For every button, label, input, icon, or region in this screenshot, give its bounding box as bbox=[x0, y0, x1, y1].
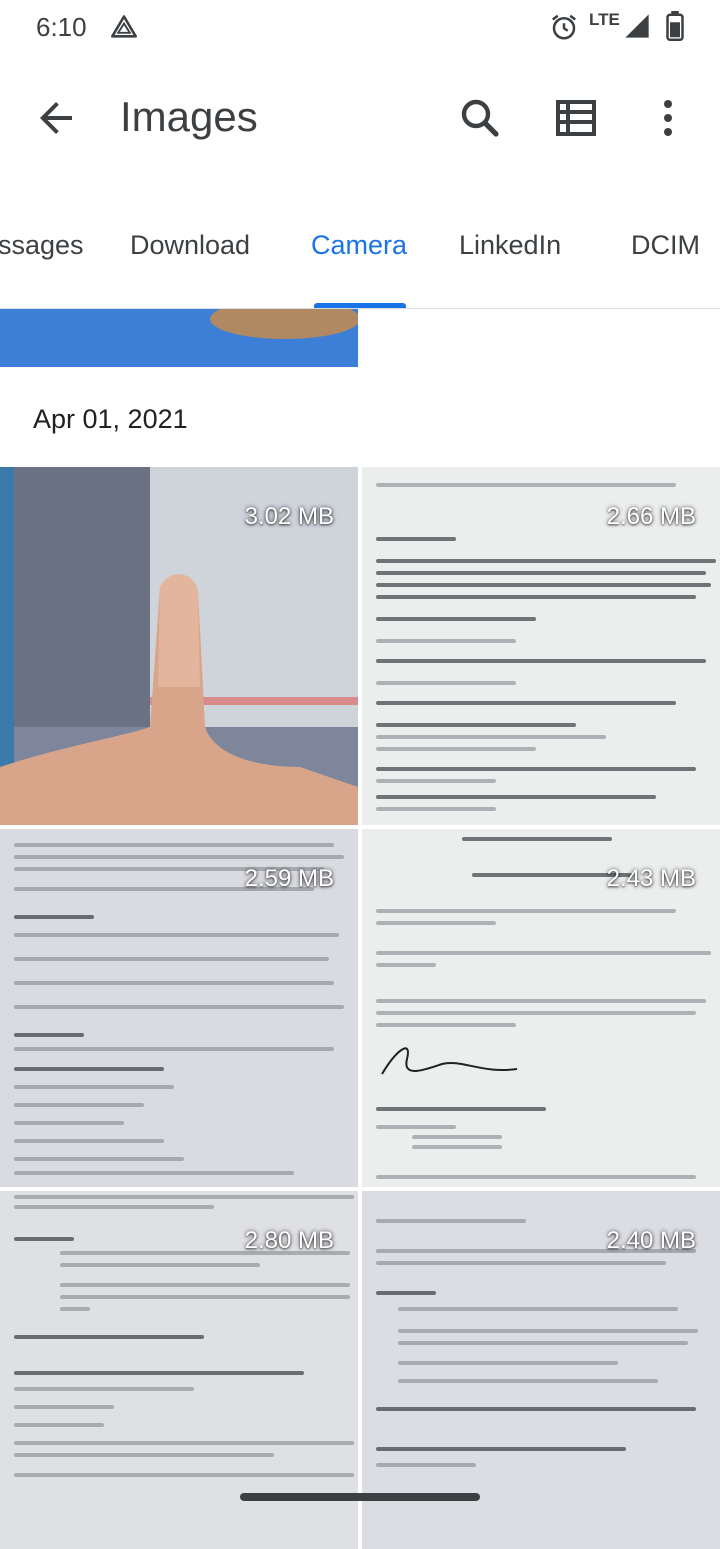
app-bar: Images bbox=[0, 62, 720, 172]
active-tab-indicator bbox=[314, 303, 406, 308]
image-thumbnail[interactable]: 3.02 MB bbox=[0, 467, 358, 825]
image-thumbnail[interactable]: 2.59 MB bbox=[0, 829, 358, 1187]
file-size: 2.59 MB bbox=[244, 865, 334, 892]
back-arrow-icon[interactable] bbox=[32, 94, 80, 142]
tab-linkedin[interactable]: LinkedIn bbox=[459, 230, 561, 261]
folder-tabs: ssages Download Camera LinkedIn DCIM bbox=[0, 210, 720, 309]
tab-camera[interactable]: Camera bbox=[311, 230, 407, 261]
page-title: Images bbox=[120, 93, 258, 140]
gesture-nav-handle[interactable] bbox=[240, 1493, 480, 1501]
more-options-icon[interactable] bbox=[644, 94, 692, 142]
file-size: 2.80 MB bbox=[244, 1227, 334, 1254]
search-icon[interactable] bbox=[456, 94, 504, 142]
image-thumbnail[interactable] bbox=[0, 309, 358, 367]
alarm-icon bbox=[552, 14, 576, 40]
list-view-icon[interactable] bbox=[552, 94, 600, 142]
image-thumbnail[interactable]: 2.43 MB bbox=[362, 829, 720, 1187]
network-type: LTE bbox=[589, 10, 620, 29]
file-size: 2.40 MB bbox=[606, 1227, 696, 1254]
tab-download[interactable]: Download bbox=[130, 230, 250, 261]
drive-icon bbox=[111, 15, 137, 38]
tab-messages[interactable]: ssages bbox=[0, 230, 84, 261]
status-time: 6:10 bbox=[36, 12, 87, 42]
image-thumbnail[interactable]: 2.66 MB bbox=[362, 467, 720, 825]
battery-icon bbox=[666, 11, 684, 41]
tab-dcim[interactable]: DCIM bbox=[631, 230, 700, 261]
file-size: 2.66 MB bbox=[606, 503, 696, 530]
signal-icon bbox=[625, 14, 649, 38]
status-bar: 6:10 LTE bbox=[0, 0, 720, 56]
file-size: 2.43 MB bbox=[606, 865, 696, 892]
date-header: Apr 01, 2021 bbox=[33, 404, 188, 434]
file-size: 3.02 MB bbox=[244, 503, 334, 530]
